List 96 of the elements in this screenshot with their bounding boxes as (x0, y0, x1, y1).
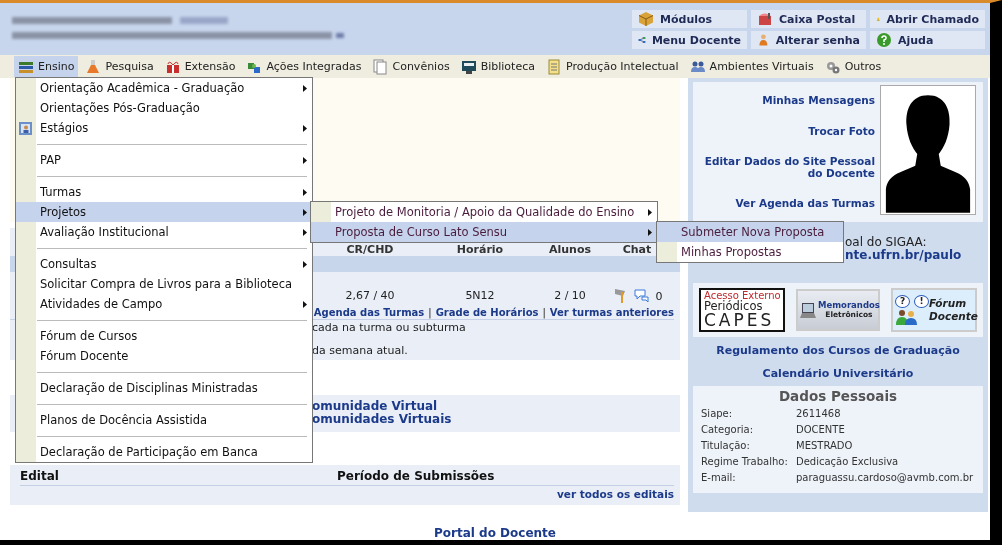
link-separator: | (428, 307, 432, 318)
header-button[interactable]: Menu Docente (632, 31, 747, 49)
menu-item[interactable]: Avaliação Institucional (16, 222, 312, 242)
link[interactable]: Trocar Foto (808, 125, 875, 137)
link[interactable]: ver todos os editais (557, 488, 674, 500)
menu-item[interactable]: Solicitar Compra de Livros para a Biblioteca (16, 274, 312, 294)
menu-item[interactable]: Orientação Acadêmica - Graduação (16, 78, 312, 98)
field-label: Siape: (701, 408, 734, 421)
menu-item[interactable]: Projetos (16, 202, 312, 222)
speech-bubble: ? (895, 295, 910, 308)
contact-card-icon (18, 120, 33, 136)
link[interactable]: Regulamento dos Cursos de Graduação (716, 344, 960, 357)
menu-item[interactable]: Fórum Docente (16, 346, 312, 366)
link[interactable]: Ver Agenda das Turmas (735, 197, 875, 209)
chat-icon (633, 287, 650, 303)
field-value: Dedicação Exclusiva (796, 456, 900, 469)
table-cell: 2 / 10 (554, 288, 586, 302)
link[interactable]: Minhas Mensagens (762, 94, 875, 106)
capes-banner[interactable]: Acesso Externo Periódicos CAPES (699, 287, 785, 333)
pages-icon (372, 58, 389, 75)
site-label: oal do SIGAA: (845, 236, 928, 249)
table-cell: 5N12 (465, 288, 495, 302)
menu-item[interactable]: PAP (16, 150, 312, 170)
banner-text: Acesso Externo (704, 290, 780, 301)
menu-tab[interactable]: Outros (820, 56, 886, 77)
flask-icon (85, 58, 102, 75)
monitor-icon (460, 58, 477, 75)
column-header: CR/CHD (346, 242, 394, 256)
link[interactable]: Ver turmas anteriores (549, 307, 674, 318)
menu-item[interactable]: Estágios (16, 118, 312, 138)
laptop-icon (800, 302, 816, 318)
field-label: Regime Trabalho: (701, 456, 789, 469)
banner-text: Memorandos (818, 301, 880, 311)
menu-tab[interactable]: Ambientes Virtuais (685, 56, 818, 77)
mailbox-icon (757, 11, 773, 27)
column-header: Chat (622, 242, 652, 256)
help-icon (876, 32, 892, 48)
link[interactable]: Agenda das Turmas (313, 307, 425, 318)
chat-count: 0 (655, 290, 663, 303)
menu-item[interactable]: Projeto de Monitoria / Apoio da Qualidade do Ensino (311, 202, 657, 222)
person-icon (757, 32, 770, 48)
field-value: DOCENTE (796, 424, 846, 437)
link[interactable]: Calendário Universitário (762, 367, 914, 380)
banner-text: Fórum (929, 296, 968, 310)
people-icon (895, 309, 919, 325)
link[interactable]: Portal do Docente (434, 526, 556, 540)
header-button[interactable]: Ajuda (870, 31, 985, 49)
field-label: Titulação: (701, 440, 751, 453)
field-label: E-mail: (701, 472, 737, 485)
speech-bubble: ! (914, 295, 929, 308)
banner-text: Docente (929, 310, 978, 324)
menu-tab[interactable]: Convênios (368, 56, 454, 77)
note-text: da semana atual. (312, 344, 408, 357)
menu-item[interactable]: Atividades de Campo (16, 294, 312, 314)
menu-tab[interactable]: Biblioteca (456, 56, 539, 77)
note-text: cada na turma ou subturma (312, 321, 466, 334)
field-value: 2611468 (796, 408, 842, 421)
table-cell: 2,67 / 40 (345, 288, 395, 302)
link[interactable]: nte.ufrn.br/paulo (845, 249, 983, 262)
menu-item[interactable]: Minhas Propostas (657, 242, 843, 262)
cube-icon (638, 11, 654, 27)
column-header: Edital (20, 469, 60, 483)
column-header: Período de Submissões (337, 469, 496, 483)
menu-item[interactable]: Planos de Docência Assistida (16, 410, 312, 430)
menu-item[interactable]: Fórum de Cursos (16, 326, 312, 346)
menu-tab[interactable]: Extensão (160, 56, 240, 77)
field-label: Categoria: (701, 424, 755, 437)
link[interactable]: omunidades Virtuais (312, 413, 452, 426)
menu-tab[interactable]: Ensino (14, 56, 79, 77)
menu-item[interactable]: Consultas (16, 254, 312, 274)
header-button[interactable]: Módulos (632, 10, 747, 28)
menu-tab[interactable]: Ações Integradas (242, 56, 366, 77)
menu-item[interactable]: Declaração de Disciplinas Ministradas (16, 378, 312, 398)
banner-text: Periódicos (704, 300, 763, 313)
forum-banner[interactable]: ? ! Fórum Docente (891, 288, 977, 332)
header-button[interactable]: Alterar senha (751, 31, 866, 49)
link-separator: | (542, 307, 546, 318)
column-header: Horário (456, 242, 504, 256)
menu-item[interactable]: Submeter Nova Proposta (657, 222, 843, 242)
link[interactable]: Grade de Horários (435, 307, 539, 318)
field-value: paraguassu.cardoso@avmb.com.br (796, 472, 975, 485)
column-header: Alunos (548, 242, 592, 256)
notepad-icon (545, 58, 562, 75)
menu-item[interactable]: Turmas (16, 182, 312, 202)
section-title: Dados Pessoais (777, 388, 899, 404)
field-value: MESTRADO (796, 440, 854, 453)
menu-item[interactable]: Declaração de Participação em Banca (16, 442, 312, 462)
link[interactable]: omunidade Virtual (312, 400, 438, 413)
link[interactable]: Editar Dados do Site Pessoal do Docente (696, 155, 875, 179)
menu-tab[interactable]: Pesquisa (81, 56, 158, 77)
header-button[interactable]: Abrir Chamado (870, 10, 985, 28)
banner-text: CAPES (704, 312, 776, 330)
menu-item[interactable]: Proposta de Curso Lato Sensu (311, 222, 657, 242)
header-button[interactable]: Caixa Postal (751, 10, 866, 28)
menu-tab[interactable]: Produção Intelectual (541, 56, 683, 77)
menu-item[interactable]: Orientações Pós-Graduação (16, 98, 312, 118)
